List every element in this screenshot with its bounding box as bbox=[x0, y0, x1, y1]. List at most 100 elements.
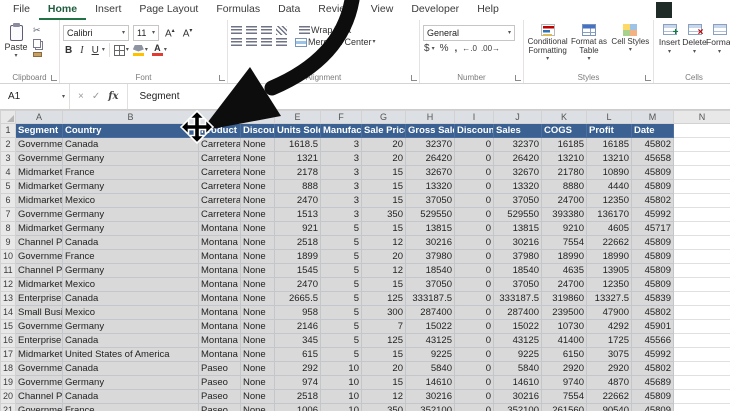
tab-insert[interactable]: Insert bbox=[86, 0, 130, 20]
cell[interactable]: None bbox=[240, 235, 275, 250]
cell[interactable]: 0 bbox=[454, 207, 494, 222]
tab-file[interactable]: File bbox=[4, 0, 39, 20]
cell[interactable]: Carretera bbox=[198, 193, 241, 208]
cell[interactable]: 1513 bbox=[274, 207, 321, 222]
cell[interactable]: Montana bbox=[198, 235, 241, 250]
cell[interactable]: 32670 bbox=[493, 165, 542, 180]
borders-button[interactable]: ▾ bbox=[113, 44, 129, 56]
cell[interactable]: 287400 bbox=[405, 305, 455, 320]
column-header-M[interactable]: M bbox=[631, 110, 674, 124]
cancel-icon[interactable]: × bbox=[78, 91, 84, 102]
cell[interactable]: 3 bbox=[320, 179, 362, 194]
cell[interactable]: 12 bbox=[361, 235, 406, 250]
cell[interactable]: 13210 bbox=[541, 151, 587, 166]
cell[interactable]: 136170 bbox=[586, 207, 632, 222]
cell[interactable]: 15 bbox=[361, 375, 406, 390]
cell[interactable] bbox=[673, 347, 730, 362]
cell[interactable]: Carretera bbox=[198, 151, 241, 166]
cell[interactable]: 261560 bbox=[541, 403, 587, 411]
row-header-1[interactable]: 1 bbox=[0, 123, 16, 138]
cell[interactable]: 13815 bbox=[493, 221, 542, 236]
cell[interactable]: 20 bbox=[361, 249, 406, 264]
cell[interactable]: None bbox=[240, 137, 275, 152]
cell[interactable]: 15 bbox=[361, 179, 406, 194]
cell[interactable]: 45689 bbox=[631, 375, 674, 390]
cell[interactable]: France bbox=[62, 165, 199, 180]
number-format-combo[interactable]: General ▾ bbox=[423, 25, 515, 41]
cell[interactable]: 0 bbox=[454, 333, 494, 348]
cell[interactable]: Canada bbox=[62, 137, 199, 152]
cell[interactable]: 125 bbox=[361, 333, 406, 348]
cell[interactable]: 0 bbox=[454, 375, 494, 390]
tab-data[interactable]: Data bbox=[269, 0, 309, 20]
font-color-button[interactable]: A ▾ bbox=[151, 44, 167, 56]
percent-style-button[interactable]: % bbox=[439, 43, 450, 54]
cell[interactable]: 13210 bbox=[586, 151, 632, 166]
cell[interactable]: Carretera bbox=[198, 207, 241, 222]
cell[interactable] bbox=[673, 291, 730, 306]
cell[interactable]: 0 bbox=[454, 403, 494, 411]
cell[interactable]: Montana bbox=[198, 277, 241, 292]
cell[interactable]: United States of America bbox=[62, 347, 199, 362]
cell[interactable] bbox=[673, 389, 730, 404]
cell[interactable]: 333187.5 bbox=[493, 291, 542, 306]
cell[interactable]: 24700 bbox=[541, 193, 587, 208]
cell[interactable]: Units Sold bbox=[274, 123, 321, 138]
row-header-10[interactable]: 10 bbox=[0, 249, 16, 264]
cell[interactable]: 10 bbox=[320, 361, 362, 376]
cell[interactable]: 2665.5 bbox=[274, 291, 321, 306]
cell[interactable]: 239500 bbox=[541, 305, 587, 320]
cell[interactable]: 13320 bbox=[405, 179, 455, 194]
select-all-button[interactable] bbox=[0, 110, 16, 124]
cell[interactable]: 0 bbox=[454, 179, 494, 194]
cell[interactable]: 5 bbox=[320, 333, 362, 348]
cell[interactable]: Small Business bbox=[15, 305, 63, 320]
cell[interactable]: France bbox=[62, 249, 199, 264]
increase-font-button[interactable]: A bbox=[163, 27, 177, 39]
cell[interactable]: 12350 bbox=[586, 277, 632, 292]
cell[interactable] bbox=[673, 165, 730, 180]
cell[interactable]: 1545 bbox=[274, 263, 321, 278]
cell[interactable]: 393380 bbox=[541, 207, 587, 222]
row-header-6[interactable]: 6 bbox=[0, 193, 16, 208]
cell[interactable]: 292 bbox=[274, 361, 321, 376]
cell[interactable]: Government bbox=[15, 207, 63, 222]
cell[interactable]: Montana bbox=[198, 347, 241, 362]
cell[interactable]: Channel Partners bbox=[15, 263, 63, 278]
cell[interactable]: 5 bbox=[320, 221, 362, 236]
cell[interactable]: None bbox=[240, 347, 275, 362]
cell[interactable] bbox=[673, 277, 730, 292]
insert-cells-button[interactable]: Insert ▾ bbox=[657, 24, 682, 70]
cell[interactable]: 45809 bbox=[631, 249, 674, 264]
cell[interactable]: Channel Partners bbox=[15, 389, 63, 404]
cell[interactable]: 2920 bbox=[541, 361, 587, 376]
row-header-18[interactable]: 18 bbox=[0, 361, 16, 376]
cell[interactable] bbox=[673, 249, 730, 264]
column-header-K[interactable]: K bbox=[541, 110, 587, 124]
cell[interactable]: 352100 bbox=[493, 403, 542, 411]
cell[interactable]: 45802 bbox=[631, 193, 674, 208]
cell[interactable]: 125 bbox=[361, 291, 406, 306]
cell[interactable]: 45809 bbox=[631, 403, 674, 411]
cell[interactable]: Midmarket bbox=[15, 347, 63, 362]
cell[interactable] bbox=[673, 151, 730, 166]
cell[interactable]: Segment bbox=[15, 123, 63, 138]
cell[interactable]: 21780 bbox=[541, 165, 587, 180]
cell[interactable]: Government bbox=[15, 319, 63, 334]
cell[interactable] bbox=[673, 137, 730, 152]
cell[interactable]: Germany bbox=[62, 151, 199, 166]
cell[interactable]: 5 bbox=[320, 347, 362, 362]
tab-review[interactable]: Review bbox=[309, 0, 361, 20]
cell[interactable]: 529550 bbox=[493, 207, 542, 222]
cell[interactable]: 0 bbox=[454, 165, 494, 180]
cell[interactable]: 5840 bbox=[493, 361, 542, 376]
cell[interactable] bbox=[673, 207, 730, 222]
cell[interactable]: 30216 bbox=[493, 389, 542, 404]
cell[interactable]: None bbox=[240, 249, 275, 264]
row-header-12[interactable]: 12 bbox=[0, 277, 16, 292]
cell[interactable]: Government bbox=[15, 361, 63, 376]
cell[interactable]: Discounts bbox=[454, 123, 494, 138]
decrease-decimal-button[interactable]: .00→ bbox=[481, 44, 500, 53]
cell[interactable]: 5840 bbox=[405, 361, 455, 376]
cell[interactable]: 3075 bbox=[586, 347, 632, 362]
